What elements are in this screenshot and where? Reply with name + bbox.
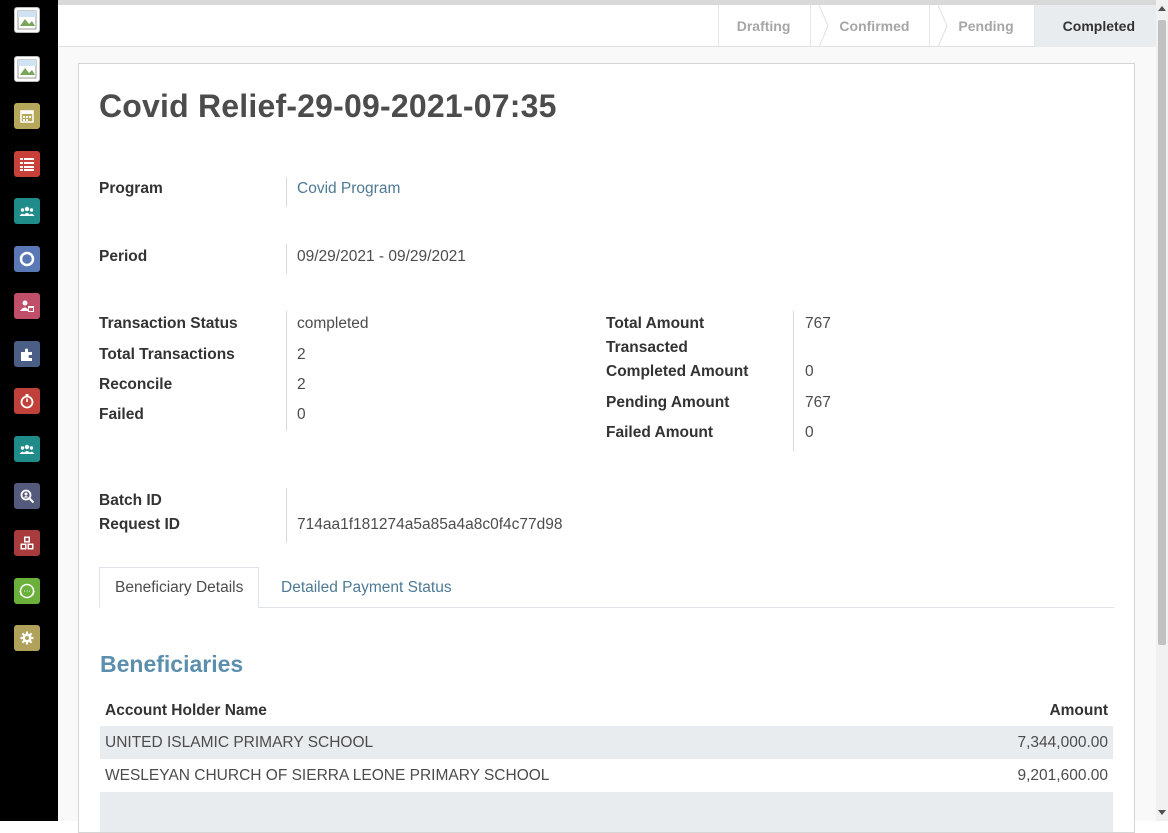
total-transactions-value: 2 (297, 346, 306, 363)
user-calendar-icon[interactable] (14, 293, 40, 319)
request-id-label: Request ID (99, 516, 180, 533)
list-icon[interactable] (14, 151, 40, 177)
amount: 7,344,000.00 (1017, 733, 1108, 751)
transaction-status-label: Transaction Status (99, 315, 238, 332)
vertical-scrollbar[interactable] (1156, 0, 1168, 821)
total-amount-transacted-label: Total Amount Transacted (606, 312, 704, 360)
reconcile-label: Reconcile (99, 376, 173, 393)
stage-pending[interactable]: Pending (929, 5, 1053, 47)
stage-drafting[interactable]: Drafting (717, 5, 829, 47)
broken-image-icon[interactable] (14, 7, 40, 33)
field-separator (286, 244, 287, 274)
stage-label: Drafting (736, 18, 791, 34)
svg-text:{···}: {···} (19, 587, 35, 596)
reconcile-value: 2 (297, 376, 306, 393)
pending-amount-value: 767 (805, 394, 831, 411)
scroll-down-icon[interactable] (1158, 810, 1166, 815)
table-row[interactable]: WESLEYAN CHURCH OF SIERRA LEONE PRIMARY … (100, 759, 1113, 792)
total-amount-transacted-value: 767 (805, 315, 831, 332)
tab-detailed-payment-status[interactable]: Detailed Payment Status (266, 567, 467, 608)
total-transactions-label: Total Transactions (99, 346, 235, 363)
beneficiaries-table: Account Holder Name Amount UNITED ISLAMI… (100, 696, 1113, 832)
amount: 9,201,600.00 (1017, 766, 1108, 784)
request-id-value: 714aa1f181274a5a85a4a8c0f4c77d98 (297, 516, 563, 533)
transaction-status-value: completed (297, 315, 369, 332)
scrollbar-thumb[interactable] (1158, 20, 1166, 645)
failed-label: Failed (99, 406, 144, 423)
users-icon[interactable] (14, 198, 40, 224)
field-separator (286, 177, 287, 207)
search-user-icon[interactable] (14, 483, 40, 509)
api-icon[interactable]: {···} (14, 578, 40, 604)
label-line: Transacted (606, 339, 688, 356)
table-row-empty (100, 792, 1113, 832)
program-label: Program (99, 180, 163, 197)
calendar-icon[interactable] (14, 103, 40, 129)
stopwatch-icon[interactable] (14, 388, 40, 414)
failed-amount-label: Failed Amount (606, 424, 714, 441)
scroll-up-icon[interactable] (1158, 6, 1166, 11)
field-separator (286, 488, 287, 543)
record-title: Covid Relief-29-09-2021-07:35 (99, 88, 557, 124)
column-header-amount[interactable]: Amount (1049, 702, 1108, 720)
puzzle-icon[interactable] (14, 341, 40, 367)
pending-amount-label: Pending Amount (606, 394, 730, 411)
control-panel: Drafting Confirmed Pending Completed (58, 0, 1156, 47)
stage-label: Completed (1062, 18, 1135, 34)
field-separator (286, 311, 287, 431)
failed-amount-value: 0 (805, 424, 814, 441)
tab-beneficiary-details[interactable]: Beneficiary Details (99, 567, 260, 608)
status-bar: Drafting Confirmed Pending Completed (717, 5, 1156, 47)
completed-amount-label: Completed Amount (606, 363, 749, 380)
table-header: Account Holder Name Amount (100, 696, 1113, 726)
completed-amount-value: 0 (805, 363, 814, 380)
failed-value: 0 (297, 406, 306, 423)
account-holder-name: WESLEYAN CHURCH OF SIERRA LEONE PRIMARY … (105, 766, 550, 784)
stage-label: Pending (958, 18, 1014, 34)
broken-image-icon[interactable] (14, 56, 40, 82)
gear-icon[interactable] (14, 625, 40, 651)
app-sidebar: {···} (0, 0, 58, 821)
lifebuoy-icon[interactable] (14, 246, 40, 272)
stage-confirmed[interactable]: Confirmed (810, 5, 948, 47)
stage-label: Confirmed (839, 18, 910, 34)
table-row[interactable]: UNITED ISLAMIC PRIMARY SCHOOL 7,344,000.… (100, 726, 1113, 759)
label-line: Total Amount (606, 315, 705, 332)
users-icon[interactable] (14, 436, 40, 462)
period-label: Period (99, 248, 148, 265)
batch-id-label: Batch ID (99, 492, 162, 509)
program-link[interactable]: Covid Program (297, 177, 400, 201)
field-separator (793, 311, 794, 451)
beneficiaries-heading: Beneficiaries (100, 651, 244, 677)
period-value: 09/29/2021 - 09/29/2021 (297, 248, 466, 265)
cubes-icon[interactable] (14, 530, 40, 556)
column-header-account-holder[interactable]: Account Holder Name (105, 702, 1049, 720)
account-holder-name: UNITED ISLAMIC PRIMARY SCHOOL (105, 733, 374, 751)
stage-completed[interactable]: Completed (1033, 5, 1156, 47)
